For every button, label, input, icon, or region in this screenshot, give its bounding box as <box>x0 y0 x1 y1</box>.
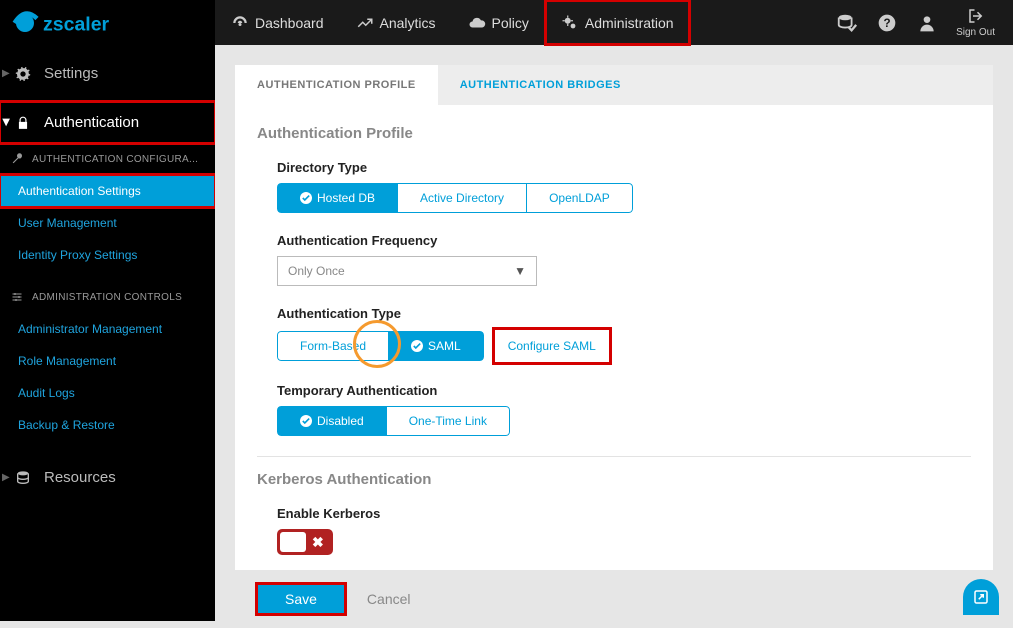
directory-type-group: Hosted DB Active Directory OpenLDAP <box>277 183 633 213</box>
option-saml[interactable]: SAML <box>389 331 484 361</box>
chevron-down-icon: ▶ <box>0 119 11 127</box>
configure-saml-link[interactable]: Configure SAML <box>498 335 606 357</box>
cloud-icon <box>468 14 486 32</box>
sidebar-link-role-mgmt[interactable]: Role Management <box>0 345 215 377</box>
nav-label: Policy <box>492 15 529 31</box>
field-temp-auth: Temporary Authentication Disabled One-Ti… <box>257 383 971 436</box>
field-label: Temporary Authentication <box>277 383 971 398</box>
nav-label: Dashboard <box>255 15 324 31</box>
svg-text:?: ? <box>884 17 891 30</box>
configure-saml-wrap: Configure SAML <box>494 329 610 363</box>
sidebar-link-auth-settings[interactable]: Authentication Settings <box>0 175 215 207</box>
analytics-icon <box>356 14 374 32</box>
main-area: AUTHENTICATION PROFILE AUTHENTICATION BR… <box>215 45 1013 621</box>
panel-auth-profile: Authentication Profile Directory Type Ho… <box>235 105 993 570</box>
footer-actions: Save Cancel <box>235 570 993 628</box>
help-icon[interactable]: ? <box>876 12 898 34</box>
field-label: Enable Kerberos <box>277 506 971 521</box>
field-auth-type: Authentication Type Form-Based SAML Conf… <box>257 306 971 363</box>
chevron-right-icon: ▶ <box>2 68 10 79</box>
chevron-right-icon: ▶ <box>2 472 10 483</box>
check-circle-icon <box>411 340 423 352</box>
field-label: Authentication Frequency <box>277 233 971 248</box>
database-icon <box>14 470 32 486</box>
nav-label: Administration <box>585 15 674 31</box>
nav-right: ? Sign Out <box>836 0 1013 45</box>
expand-icon <box>972 588 990 606</box>
check-circle-icon <box>300 192 312 204</box>
cancel-button[interactable]: Cancel <box>367 591 411 607</box>
field-auth-frequency: Authentication Frequency Only Once ▼ <box>257 233 971 286</box>
save-button[interactable]: Save <box>257 584 345 614</box>
user-icon[interactable] <box>916 12 938 34</box>
tab-auth-profile[interactable]: AUTHENTICATION PROFILE <box>235 65 438 105</box>
field-enable-kerberos: Enable Kerberos ✖ <box>257 506 971 557</box>
lock-icon <box>14 116 32 130</box>
brand-logo: zscaler <box>0 0 215 45</box>
sidebar-group-resources[interactable]: ▶ Resources <box>0 457 215 498</box>
sidebar-link-audit-logs[interactable]: Audit Logs <box>0 377 215 409</box>
temp-auth-group: Disabled One-Time Link <box>277 406 510 436</box>
sidebar-link-user-management[interactable]: User Management <box>0 207 215 239</box>
option-one-time-link[interactable]: One-Time Link <box>387 406 510 436</box>
top-nav: zscaler Dashboard Analytics Policy Adm <box>0 0 1013 45</box>
sliders-icon <box>10 291 24 303</box>
option-hosted-db[interactable]: Hosted DB <box>277 183 398 213</box>
sidebar-link-backup-restore[interactable]: Backup & Restore <box>0 409 215 441</box>
check-circle-icon <box>300 415 312 427</box>
sidebar-group-label: Authentication <box>44 114 139 131</box>
auth-frequency-select[interactable]: Only Once ▼ <box>277 256 537 286</box>
x-icon: ✖ <box>312 534 330 551</box>
select-value: Only Once <box>288 264 345 278</box>
signout-button[interactable]: Sign Out <box>956 7 995 38</box>
chevron-down-icon: ▼ <box>514 264 526 278</box>
auth-type-group: Form-Based SAML <box>277 331 484 361</box>
option-disabled[interactable]: Disabled <box>277 406 387 436</box>
section-title: Authentication Profile <box>257 125 971 142</box>
db-check-icon[interactable] <box>836 12 858 34</box>
sidebar-group-label: Settings <box>44 65 98 82</box>
sidebar-section-label: AUTHENTICATION CONFIGURA... <box>32 154 198 165</box>
wrench-icon <box>10 153 24 165</box>
nav-administration[interactable]: Administration <box>545 0 690 45</box>
gears-icon <box>561 14 579 32</box>
sidebar-link-identity-proxy[interactable]: Identity Proxy Settings <box>0 239 215 271</box>
option-active-directory[interactable]: Active Directory <box>398 183 527 213</box>
kerberos-toggle[interactable]: ✖ <box>277 529 333 555</box>
sidebar-link-admin-mgmt[interactable]: Administrator Management <box>0 313 215 345</box>
option-form-based[interactable]: Form-Based <box>277 331 389 361</box>
signout-icon <box>967 7 985 25</box>
sidebar-group-label: Resources <box>44 469 116 486</box>
fab-button[interactable] <box>963 579 999 615</box>
field-label: Directory Type <box>277 160 971 175</box>
gear-icon <box>14 66 32 82</box>
sidebar-group-settings[interactable]: ▶ Settings <box>0 53 215 94</box>
sidebar-section-header-auth: AUTHENTICATION CONFIGURA... <box>0 143 215 175</box>
toggle-knob <box>280 532 306 552</box>
nav-policy[interactable]: Policy <box>452 0 545 45</box>
nav-dashboard[interactable]: Dashboard <box>215 0 340 45</box>
sidebar: ▶ Settings ▶ Authentication AUTHENTICATI… <box>0 45 215 621</box>
sidebar-section-label: ADMINISTRATION CONTROLS <box>32 292 182 303</box>
option-openldap[interactable]: OpenLDAP <box>527 183 633 213</box>
sidebar-section-header-admin: ADMINISTRATION CONTROLS <box>0 281 215 313</box>
nav-label: Analytics <box>380 15 436 31</box>
brand-text: zscaler <box>43 13 110 35</box>
tab-auth-bridges[interactable]: AUTHENTICATION BRIDGES <box>438 65 643 105</box>
sidebar-group-authentication[interactable]: ▶ Authentication <box>0 102 215 143</box>
field-directory-type: Directory Type Hosted DB Active Director… <box>257 160 971 213</box>
divider <box>257 456 971 457</box>
save-wrap: Save <box>257 584 345 614</box>
section-title-kerberos: Kerberos Authentication <box>257 471 971 488</box>
tabs: AUTHENTICATION PROFILE AUTHENTICATION BR… <box>235 65 993 105</box>
dashboard-icon <box>231 14 249 32</box>
nav-items: Dashboard Analytics Policy Administratio… <box>215 0 690 45</box>
signout-label: Sign Out <box>956 27 995 38</box>
nav-analytics[interactable]: Analytics <box>340 0 452 45</box>
field-label: Authentication Type <box>277 306 971 321</box>
